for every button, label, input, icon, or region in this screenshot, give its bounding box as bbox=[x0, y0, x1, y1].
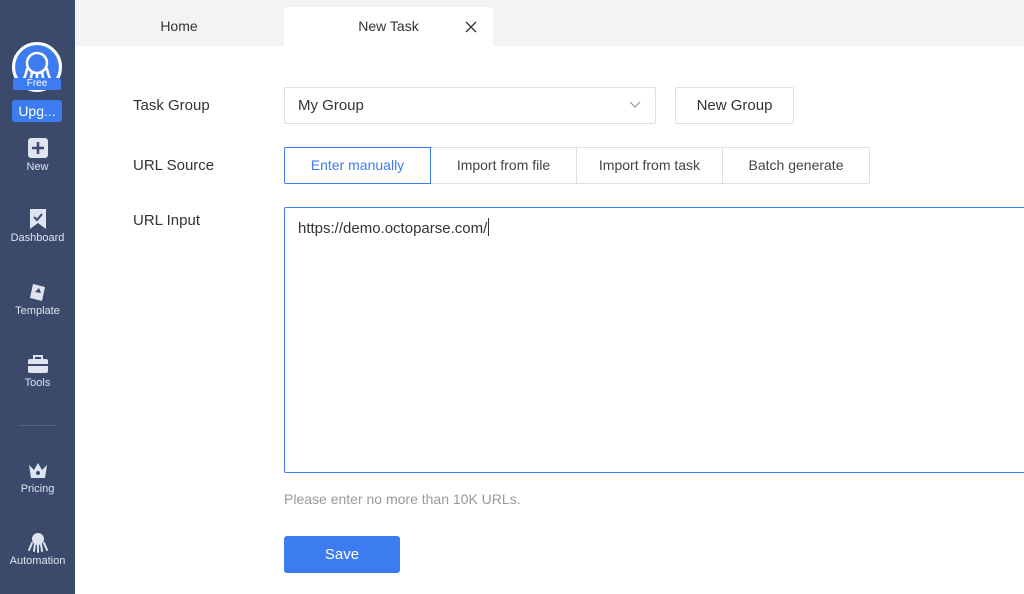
task-group-value: My Group bbox=[298, 97, 364, 114]
url-source-label: URL Source bbox=[133, 157, 215, 174]
task-group-label: Task Group bbox=[133, 97, 210, 114]
url-source-enter-manually[interactable]: Enter manually bbox=[284, 147, 431, 184]
sidebar-item-label: Pricing bbox=[20, 483, 55, 495]
chevron-down-icon bbox=[629, 101, 641, 108]
sidebar: Free Upg... New Dashboard Template Tools bbox=[0, 0, 75, 594]
sidebar-item-new[interactable]: New bbox=[0, 137, 75, 173]
url-input-text: https://demo.octoparse.com/ bbox=[298, 218, 490, 237]
url-source-batch-generate[interactable]: Batch generate bbox=[722, 147, 870, 184]
crown-icon bbox=[28, 463, 47, 478]
url-input-value: https://demo.octoparse.com/ bbox=[298, 220, 488, 237]
sidebar-item-template[interactable]: Template bbox=[0, 281, 75, 317]
tab-new-task[interactable]: New Task bbox=[284, 7, 493, 46]
sidebar-item-dashboard[interactable]: Dashboard bbox=[0, 208, 75, 244]
sidebar-item-label: Template bbox=[15, 305, 60, 317]
bookmark-icon bbox=[29, 209, 46, 229]
save-button[interactable]: Save bbox=[284, 536, 400, 573]
task-group-select[interactable]: My Group bbox=[284, 87, 656, 124]
url-source-import-task[interactable]: Import from task bbox=[576, 147, 723, 184]
plus-square-icon bbox=[27, 138, 48, 158]
tab-label: New Task bbox=[358, 18, 419, 34]
template-icon bbox=[29, 284, 45, 301]
url-input-label: URL Input bbox=[133, 212, 200, 229]
sidebar-item-label: New bbox=[26, 161, 49, 173]
url-source-import-file[interactable]: Import from file bbox=[430, 147, 577, 184]
new-group-button[interactable]: New Group bbox=[675, 87, 794, 124]
sidebar-item-label: Automation bbox=[9, 555, 66, 567]
toolbox-icon bbox=[27, 355, 48, 373]
sidebar-item-automation[interactable]: Automation bbox=[0, 531, 75, 567]
close-icon[interactable] bbox=[465, 21, 477, 33]
sidebar-item-label: Tools bbox=[24, 377, 51, 389]
sidebar-item-label: Dashboard bbox=[10, 232, 65, 244]
sidebar-item-pricing[interactable]: Pricing bbox=[0, 459, 75, 495]
upgrade-button[interactable]: Upg... bbox=[12, 100, 62, 122]
sidebar-divider bbox=[19, 425, 56, 426]
tab-home[interactable]: Home bbox=[75, 7, 283, 46]
tab-bar: Home New Task bbox=[75, 0, 1024, 46]
url-limit-hint: Please enter no more than 10K URLs. bbox=[284, 491, 521, 507]
text-cursor bbox=[488, 218, 490, 236]
plan-badge: Free bbox=[13, 78, 61, 90]
url-input-textarea[interactable]: https://demo.octoparse.com/ bbox=[284, 207, 1024, 473]
sidebar-item-tools[interactable]: Tools bbox=[0, 353, 75, 389]
octopus-icon bbox=[27, 533, 48, 553]
